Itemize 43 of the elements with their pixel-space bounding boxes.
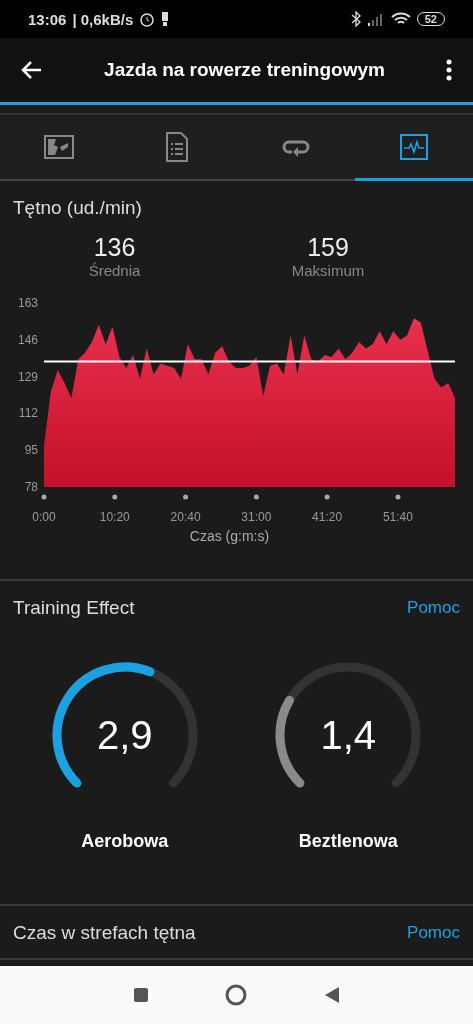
y-tick-label: 146 xyxy=(17,332,38,347)
gauge-value: 2,9 xyxy=(95,712,154,758)
gauge-value: 1,4 xyxy=(319,712,378,758)
network-speed: | 0,6kB/s xyxy=(72,10,134,28)
stat-value: 159 xyxy=(307,233,349,262)
help-link[interactable]: Pomoc xyxy=(407,923,460,943)
stat-label: Średnia xyxy=(88,262,141,279)
y-tick-label: 78 xyxy=(24,480,38,494)
tick-dot xyxy=(112,494,118,500)
status-time: 13:06 xyxy=(28,10,67,28)
screen-title: Jazda na rowerze treningowym xyxy=(103,59,386,81)
x-tick-label: 0:00 xyxy=(32,510,56,524)
bulb-icon xyxy=(161,11,170,27)
x-tick-label: 10:20 xyxy=(99,510,130,524)
gauge-label: Beztlenowa xyxy=(298,831,398,852)
tick-dot xyxy=(324,494,330,500)
y-tick-label: 112 xyxy=(18,406,38,421)
tick-dot xyxy=(253,494,259,500)
y-tick-label: 95 xyxy=(24,443,38,458)
x-tick-label: 41:20 xyxy=(312,510,343,524)
y-tick-label: 163 xyxy=(17,296,38,310)
tick-dot xyxy=(41,494,47,500)
section-title: Training Effect xyxy=(13,597,135,619)
alarm-icon xyxy=(139,11,156,27)
y-tick-label: 129 xyxy=(17,369,38,384)
x-axis-title: Czas (g:m:s) xyxy=(189,528,270,544)
x-tick-label: 51:40 xyxy=(382,510,413,524)
section-title: Czas w strefach tętna xyxy=(13,922,196,944)
section-title: Tętno (ud./min) xyxy=(13,197,143,219)
tick-dot xyxy=(183,494,189,500)
chart-icon xyxy=(399,133,428,160)
stat-label: Maksimum xyxy=(291,262,365,279)
tick-dot xyxy=(395,494,401,500)
stat-value: 136 xyxy=(93,233,136,262)
gauge-label: Aerobowa xyxy=(81,831,169,852)
signal-icon xyxy=(366,12,385,26)
x-tick-label: 31:00 xyxy=(241,510,272,524)
map-icon xyxy=(44,134,75,159)
document-icon xyxy=(166,131,189,162)
bluetooth-icon xyxy=(350,11,361,27)
x-tick-label: 20:40 xyxy=(170,510,201,524)
help-link[interactable]: Pomoc xyxy=(407,598,460,618)
more-icon xyxy=(445,58,453,82)
